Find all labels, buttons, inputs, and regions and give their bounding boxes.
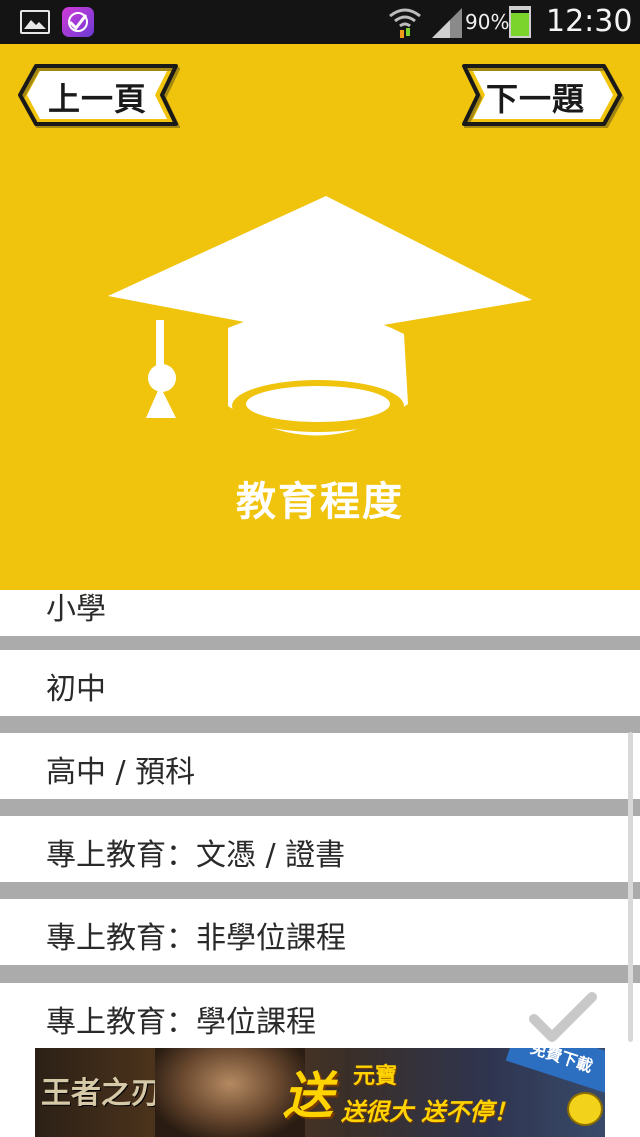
next-question-button[interactable]: 下一題 [460, 62, 626, 128]
option-label: 初中 [46, 672, 106, 707]
option-senior-secondary[interactable]: 高中 / 預科 [0, 733, 640, 799]
option-label: 專上教育：文憑 / 證書 [46, 838, 346, 873]
question-header: 上一頁 下一題 教育程度 [0, 44, 640, 590]
ad-line-1: 元寶 [353, 1064, 398, 1089]
ad-headline: 送 [283, 1067, 333, 1125]
education-options-list: 小學 初中 高中 / 預科 專上教育：文憑 / 證書 專上教育：非學位課程 專上… [0, 590, 640, 1048]
option-post-secondary-diploma[interactable]: 專上教育：文憑 / 證書 [0, 816, 640, 882]
previous-page-button[interactable]: 上一頁 [16, 62, 182, 128]
status-bar: 90% 12:30 [0, 0, 640, 44]
battery-percent: 90% [465, 10, 510, 34]
option-post-secondary-degree[interactable]: 專上教育：學位課程 [0, 983, 640, 1048]
ad-banner[interactable]: 王者之刃 送 元寶 送很大 送不停！ 免費下載 [35, 1048, 605, 1137]
previous-page-label: 上一頁 [48, 80, 148, 118]
ad-download-ribbon: 免費下載 [505, 1048, 605, 1098]
clock: 12:30 [546, 4, 633, 39]
signal-icon [432, 8, 462, 42]
battery-icon [509, 6, 531, 38]
next-question-label: 下一題 [486, 80, 586, 118]
ad-mascot-icon [567, 1092, 603, 1126]
option-post-secondary-non-degree[interactable]: 專上教育：非學位課程 [0, 899, 640, 965]
checkmark-icon [528, 991, 598, 1047]
list-scrollbar[interactable] [628, 732, 633, 1042]
option-label: 專上教育：學位課程 [46, 1005, 316, 1040]
option-label: 小學 [46, 592, 106, 627]
option-junior-secondary[interactable]: 初中 [0, 650, 640, 716]
option-label: 高中 / 預科 [46, 755, 196, 790]
ad-game-logo: 王者之刃 [41, 1076, 161, 1111]
gallery-icon [20, 10, 50, 34]
ad-download-label: 免費下載 [528, 1048, 595, 1076]
battery-level-fill [511, 12, 529, 36]
graduation-cap-icon [104, 196, 536, 460]
ad-line-2: 送很大 送不停！ [341, 1098, 518, 1126]
app-notification-icon [62, 7, 94, 37]
option-primary-school[interactable]: 小學 [0, 590, 640, 636]
question-title: 教育程度 [236, 479, 404, 525]
wifi-icon [388, 6, 422, 42]
option-label: 專上教育：非學位課程 [46, 921, 346, 956]
